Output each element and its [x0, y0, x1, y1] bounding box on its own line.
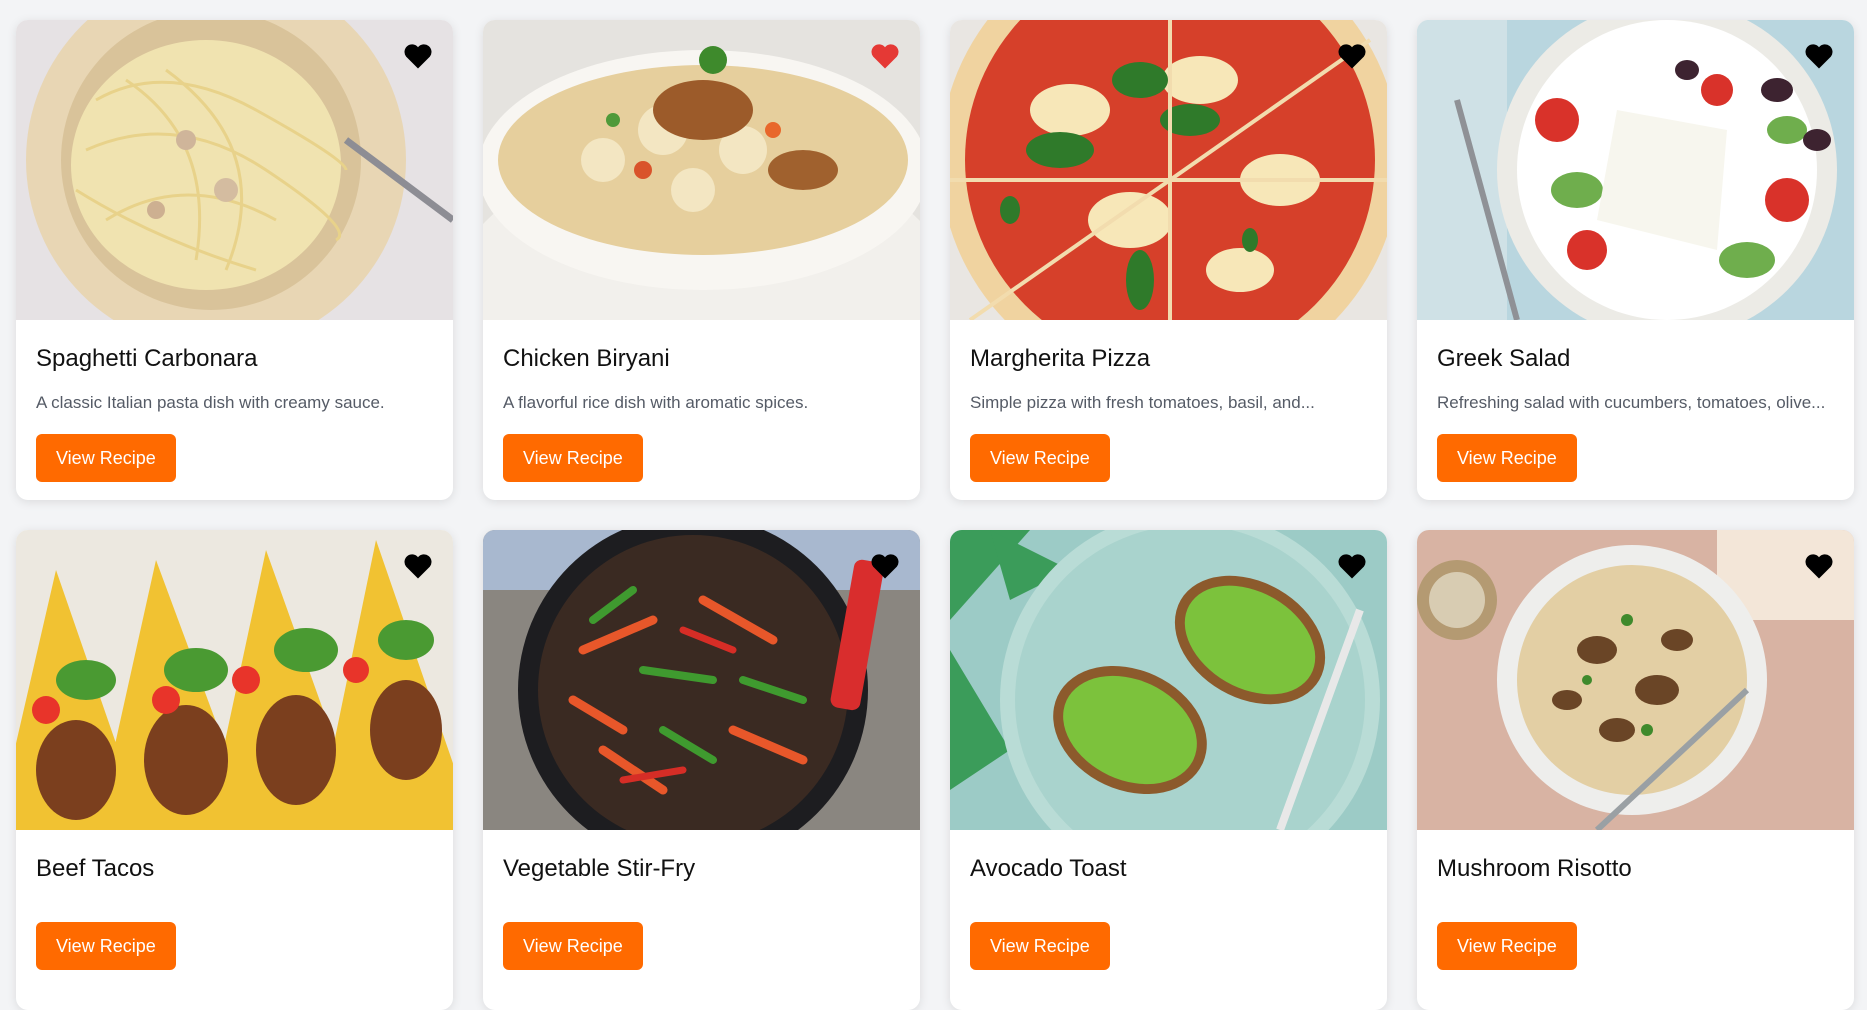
favorite-heart-icon[interactable] — [1804, 42, 1834, 70]
risotto-image[interactable] — [1417, 530, 1854, 830]
recipe-grid: Spaghetti Carbonara A classic Italian pa… — [16, 20, 1856, 1010]
stir-fry-image[interactable] — [483, 530, 920, 830]
view-recipe-button[interactable]: View Recipe — [503, 922, 643, 970]
biryani-image[interactable] — [483, 20, 920, 320]
favorite-heart-icon[interactable] — [870, 42, 900, 70]
recipe-title: Greek Salad — [1437, 345, 1571, 372]
avocado-toast-image[interactable] — [950, 530, 1387, 830]
view-recipe-button[interactable]: View Recipe — [970, 922, 1110, 970]
favorite-heart-icon[interactable] — [870, 552, 900, 580]
recipe-title: Beef Tacos — [36, 855, 155, 882]
favorite-heart-icon[interactable] — [403, 42, 433, 70]
recipe-card: Margherita Pizza Simple pizza with fresh… — [950, 20, 1387, 500]
recipe-card: Chicken Biryani A flavorful rice dish wi… — [483, 20, 920, 500]
recipe-card: Vegetable Stir-Fry View Recipe — [483, 530, 920, 1010]
recipe-description: A flavorful rice dish with aromatic spic… — [503, 393, 809, 412]
recipe-title: Chicken Biryani — [503, 345, 670, 372]
favorite-heart-icon[interactable] — [1337, 42, 1367, 70]
recipe-description: Refreshing salad with cucumbers, tomatoe… — [1437, 393, 1826, 412]
favorite-heart-icon[interactable] — [403, 552, 433, 580]
recipe-description: Simple pizza with fresh tomatoes, basil,… — [970, 393, 1315, 412]
view-recipe-button[interactable]: View Recipe — [970, 434, 1110, 482]
recipe-card: Mushroom Risotto View Recipe — [1417, 530, 1854, 1010]
favorite-heart-icon[interactable] — [1804, 552, 1834, 580]
recipe-description: A classic Italian pasta dish with creamy… — [36, 393, 385, 412]
recipe-title: Avocado Toast — [970, 855, 1127, 882]
pizza-image[interactable] — [950, 20, 1387, 320]
view-recipe-button[interactable]: View Recipe — [36, 434, 176, 482]
view-recipe-button[interactable]: View Recipe — [36, 922, 176, 970]
tacos-image[interactable] — [16, 530, 453, 830]
view-recipe-button[interactable]: View Recipe — [1437, 434, 1577, 482]
recipe-title: Margherita Pizza — [970, 345, 1151, 372]
recipe-card: Greek Salad Refreshing salad with cucumb… — [1417, 20, 1854, 500]
pasta-image[interactable] — [16, 20, 453, 320]
recipe-title: Vegetable Stir-Fry — [503, 855, 696, 882]
recipe-card: Spaghetti Carbonara A classic Italian pa… — [16, 20, 453, 500]
favorite-heart-icon[interactable] — [1337, 552, 1367, 580]
view-recipe-button[interactable]: View Recipe — [1437, 922, 1577, 970]
recipe-title: Mushroom Risotto — [1437, 855, 1632, 882]
recipe-card: Avocado Toast View Recipe — [950, 530, 1387, 1010]
view-recipe-button[interactable]: View Recipe — [503, 434, 643, 482]
recipe-title: Spaghetti Carbonara — [36, 345, 258, 372]
recipe-card: Beef Tacos View Recipe — [16, 530, 453, 1010]
salad-image[interactable] — [1417, 20, 1854, 320]
